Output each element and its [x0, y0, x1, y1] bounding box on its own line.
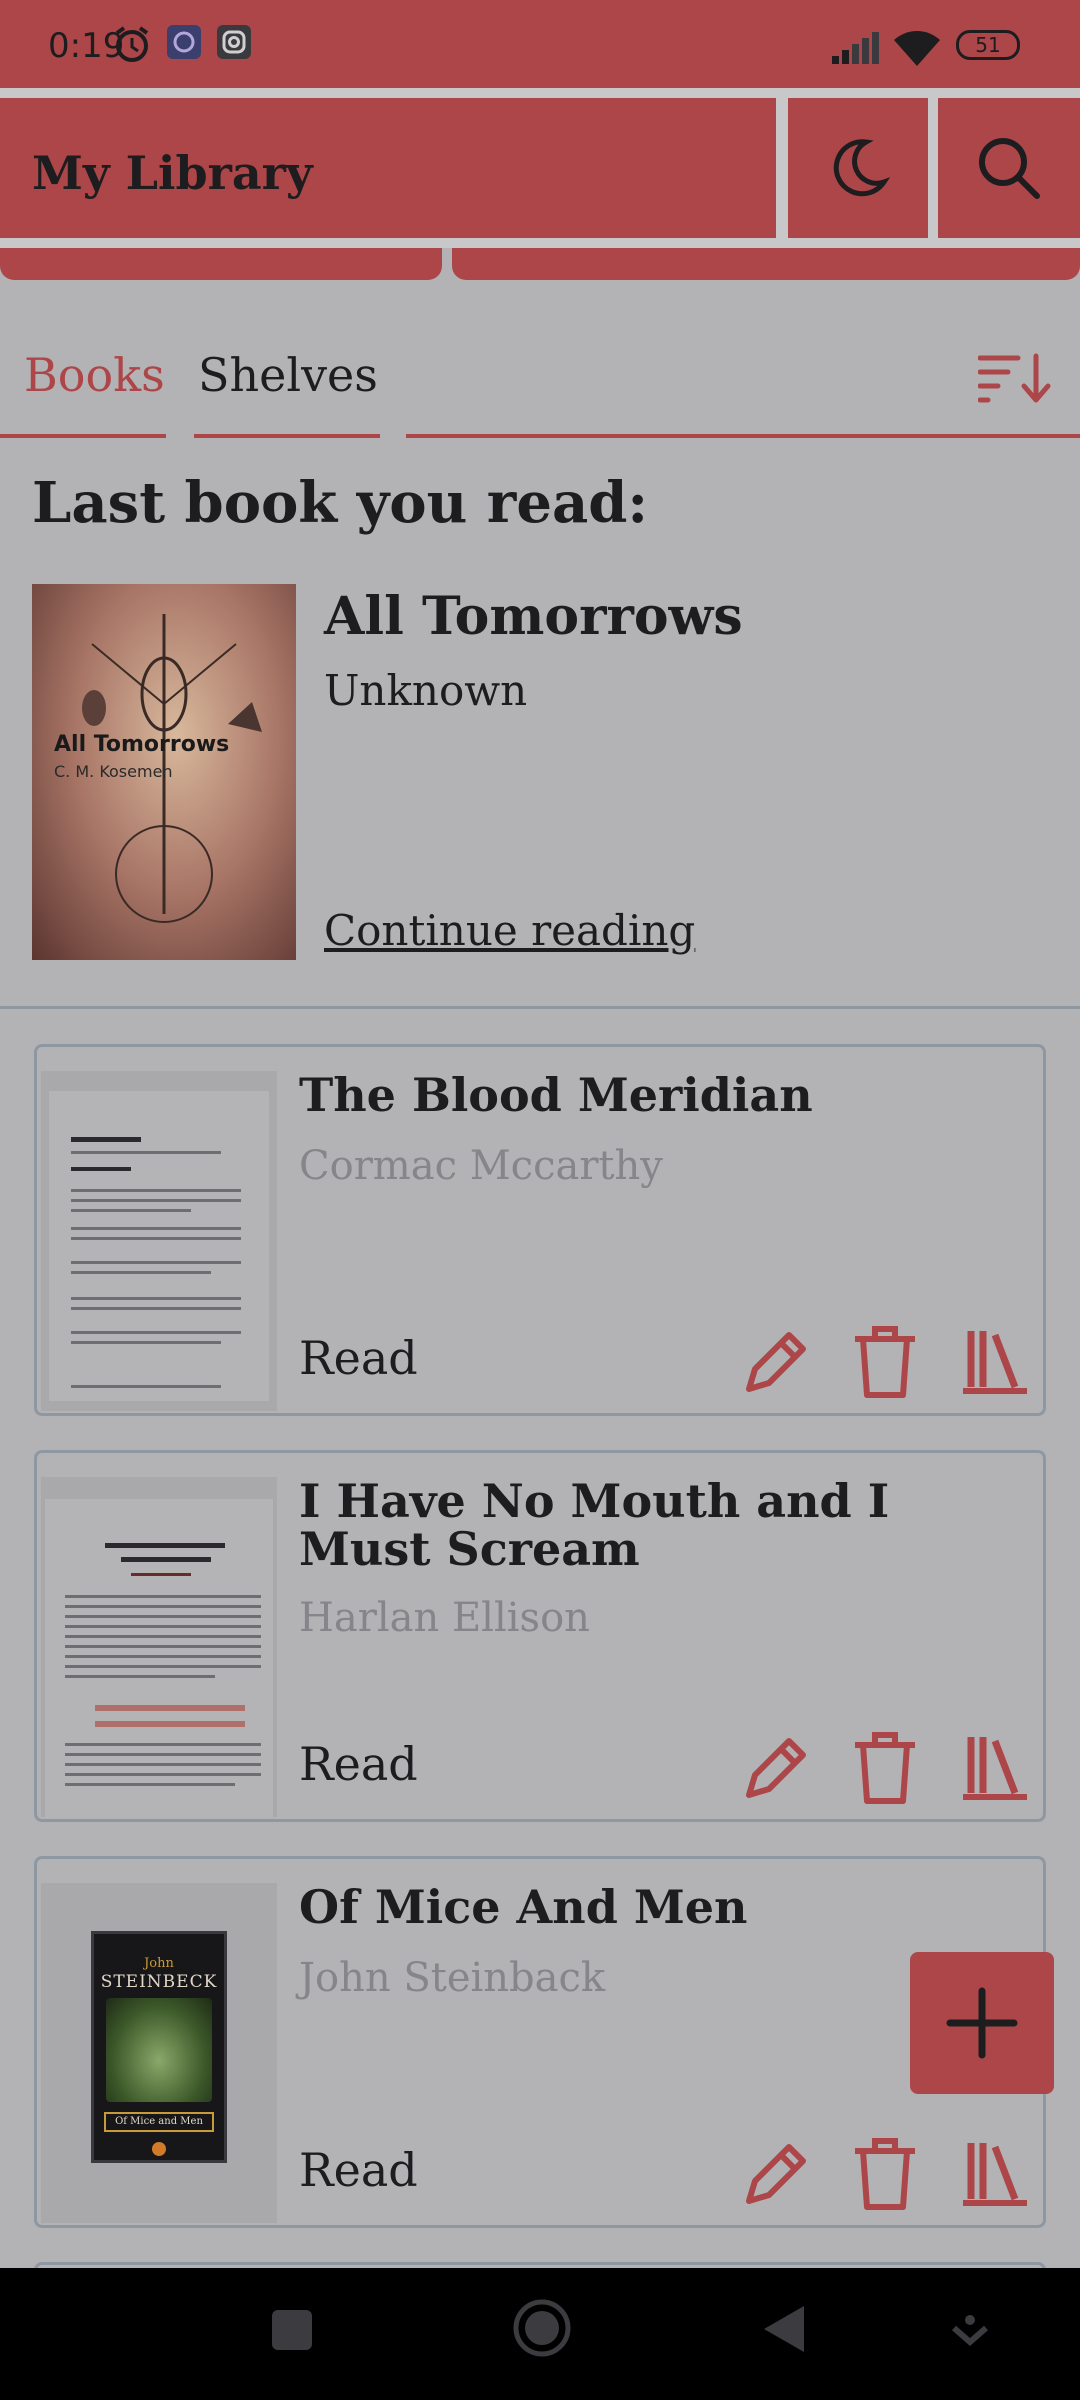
delete-icon: [855, 1326, 915, 1398]
shelf-button[interactable]: [955, 2133, 1035, 2213]
book-author: John Steinback: [299, 1955, 606, 2001]
tab-books-underline: [0, 434, 166, 438]
cover-page: [49, 1091, 269, 1401]
book-title: I Have No Mouth and I Must Scream: [299, 1474, 890, 1576]
instagram-icon: [216, 24, 252, 64]
book-status: Read: [299, 1737, 418, 1791]
delete-button[interactable]: [845, 2133, 925, 2213]
recents-button[interactable]: [270, 2308, 314, 2356]
system-nav-bar: [0, 2268, 1080, 2400]
battery-icon: 51: [956, 30, 1020, 60]
book-status: Read: [299, 2143, 418, 2197]
shelf-button[interactable]: [955, 1727, 1035, 1807]
app-bar-extension-right: [452, 248, 1080, 280]
continue-reading-link[interactable]: Continue reading: [324, 906, 695, 955]
tab-shelves[interactable]: Shelves: [198, 348, 378, 402]
delete-button[interactable]: [845, 1321, 925, 1401]
book-author: Harlan Ellison: [299, 1595, 590, 1641]
status-bar: 0:19 51: [0, 0, 1080, 88]
delete-button[interactable]: [845, 1727, 925, 1807]
tab-rest-underline: [406, 434, 1080, 438]
book-card[interactable]: The Blood Meridian Cormac Mccarthy Read: [34, 1044, 1046, 1416]
search-button[interactable]: [938, 98, 1080, 238]
book-cover: [41, 1071, 277, 1411]
shelf-icon: [963, 2143, 1027, 2206]
sort-icon: [977, 353, 1051, 403]
edit-icon: [746, 2144, 806, 2204]
edit-icon: [746, 1738, 806, 1798]
last-read-heading: Last book you read:: [32, 470, 649, 536]
edit-button[interactable]: [737, 1321, 817, 1401]
back-button[interactable]: [762, 2304, 806, 2358]
cover-art: John STEINBECK Of Mice and Men: [91, 1931, 227, 2163]
search-icon: [979, 138, 1040, 199]
title-box: My Library: [0, 98, 776, 238]
shelf-button[interactable]: [955, 1321, 1035, 1401]
theme-toggle-button[interactable]: [788, 98, 928, 238]
tab-books[interactable]: Books: [24, 348, 165, 402]
signal-icon: [830, 30, 880, 70]
delete-icon: [855, 1732, 915, 1804]
home-button[interactable]: [512, 2298, 572, 2362]
delete-icon: [855, 2138, 915, 2210]
last-read-cover[interactable]: All Tomorrows C. M. Kosemen: [32, 584, 296, 960]
home-icon: [513, 2299, 571, 2357]
book-card[interactable]: I Have No Mouth and I Must Scream Harlan…: [34, 1450, 1046, 1822]
add-book-button[interactable]: [910, 1952, 1054, 2094]
app-bar: My Library: [0, 88, 1080, 248]
book-cover: John STEINBECK Of Mice and Men: [41, 1883, 277, 2223]
edit-icon: [746, 1332, 806, 1392]
assistant-icon: [952, 2315, 988, 2346]
shelf-icon: [963, 1331, 1027, 1394]
edit-button[interactable]: [737, 2133, 817, 2213]
book-title: Of Mice And Men: [299, 1880, 748, 1934]
sort-button[interactable]: [977, 350, 1054, 410]
book-card[interactable]: John STEINBECK Of Mice and Men Of Mice A…: [34, 1856, 1046, 2228]
moon-icon: [833, 139, 890, 197]
back-icon: [764, 2306, 804, 2352]
book-cover: [41, 1477, 277, 1817]
cover-page: [45, 1499, 273, 1817]
last-read-title: All Tomorrows: [324, 586, 743, 647]
recents-icon: [272, 2310, 312, 2350]
cover-title: All Tomorrows: [54, 732, 230, 757]
alarm-icon: [112, 24, 152, 68]
app-bar-extension-left: [0, 248, 442, 280]
shelf-icon: [963, 1737, 1027, 1800]
book-status: Read: [299, 1331, 418, 1385]
section-divider: [0, 1006, 1080, 1009]
plus-icon: [946, 1987, 1018, 2059]
viber-icon: [166, 24, 202, 64]
book-title: The Blood Meridian: [299, 1068, 813, 1122]
wifi-icon: [892, 28, 942, 72]
tab-shelves-underline: [194, 434, 380, 438]
tab-bar: Books Shelves: [0, 320, 1080, 440]
book-author: Cormac Mccarthy: [299, 1143, 663, 1189]
page-title: My Library: [32, 146, 313, 200]
last-read-author: Unknown: [324, 666, 528, 715]
cover-author: C. M. Kosemen: [54, 762, 173, 781]
assistant-button[interactable]: [950, 2312, 990, 2356]
edit-button[interactable]: [737, 1727, 817, 1807]
